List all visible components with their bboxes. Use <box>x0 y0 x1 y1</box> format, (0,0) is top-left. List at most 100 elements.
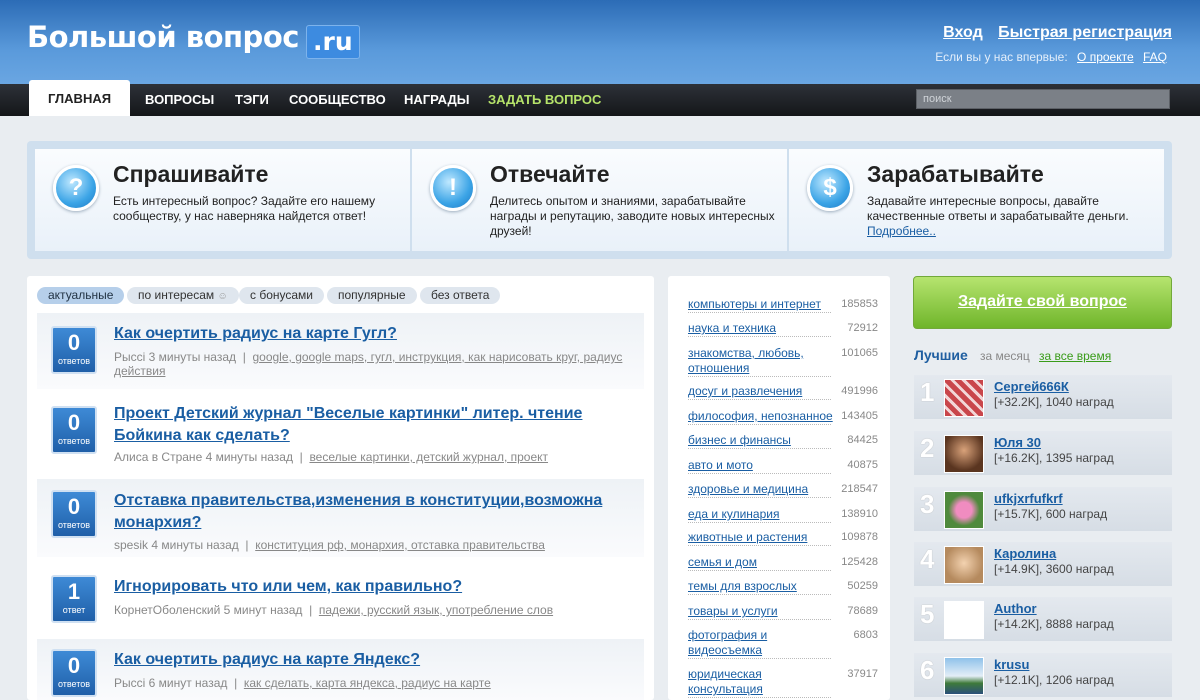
avatar[interactable] <box>944 379 984 417</box>
filter-popular[interactable]: популярные <box>327 287 417 304</box>
nav-awards[interactable]: НАГРАДЫ <box>404 84 470 116</box>
category-name[interactable]: юридическая консультация <box>688 667 838 697</box>
question-author[interactable]: Рыссi <box>114 350 145 364</box>
question-tags[interactable]: как сделать, карта яндекса, радиус на ка… <box>244 676 491 690</box>
category-name[interactable]: знакомства, любовь, отношения <box>688 346 838 376</box>
user-row: 3 ufkjxrfufkrf [+15.7K], 600 наград <box>914 487 1172 531</box>
category-count: 218547 <box>841 483 878 495</box>
category-name[interactable]: еда и кулинария <box>688 507 838 522</box>
avatar[interactable] <box>944 546 984 584</box>
category-name[interactable]: компьютеры и интернет <box>688 297 838 312</box>
promo-answer: ! Отвечайте Делитесь опытом и знаниями, … <box>412 149 787 251</box>
category-name[interactable]: философия, непознанное <box>688 409 838 424</box>
faq-link[interactable]: FAQ <box>1143 50 1167 64</box>
category-name[interactable]: бизнес и финансы <box>688 433 838 448</box>
filter-interests-label: по интересам <box>138 288 215 302</box>
logo-domain-badge[interactable]: .ru <box>306 25 360 59</box>
user-name[interactable]: Юля 30 <box>994 435 1041 450</box>
user-name[interactable]: Каролина <box>994 546 1056 561</box>
nav-community[interactable]: СООБЩЕСТВО <box>289 84 386 116</box>
user-rank: 1 <box>920 377 935 407</box>
category-name[interactable]: животные и растения <box>688 530 838 545</box>
answer-count-label: ответов <box>57 356 91 366</box>
category-name[interactable]: здоровье и медицина <box>688 482 838 497</box>
logo-text[interactable]: Большой вопрос <box>27 20 299 54</box>
category-name[interactable]: товары и услуги <box>688 604 838 619</box>
filter-actual[interactable]: актуальные <box>37 287 125 304</box>
question-row: 0 ответов Как очертить радиус на карте Ян… <box>37 639 644 700</box>
avatar[interactable] <box>944 601 984 639</box>
more-link[interactable]: Подробнее.. <box>867 224 936 238</box>
user-name[interactable]: Сергей666К <box>994 379 1069 394</box>
user-name[interactable]: ufkjxrfufkrf <box>994 491 1063 506</box>
avatar[interactable] <box>944 657 984 695</box>
category-name[interactable]: семья и дом <box>688 555 838 570</box>
avatar[interactable] <box>944 435 984 473</box>
question-title[interactable]: Игнорировать что или чем, как правильно? <box>114 576 639 598</box>
search-input[interactable]: поиск <box>916 89 1170 109</box>
category-name[interactable]: авто и мото <box>688 458 838 473</box>
question-meta: Алиса в Стране 4 минуты назад | веселые … <box>114 450 549 464</box>
avatar[interactable] <box>944 491 984 529</box>
answer-count: 1 <box>67 579 81 604</box>
filter-bonus[interactable]: с бонусами <box>239 287 324 304</box>
promo-ask: ? Спрашивайте Есть интересный вопрос? За… <box>35 149 410 251</box>
nav-home[interactable]: ГЛАВНАЯ <box>29 80 131 116</box>
question-author[interactable]: Алиса в Стране <box>114 450 202 464</box>
category-name[interactable]: фотография и видеосъемка <box>688 628 838 658</box>
promo-text: Делитесь опытом и знаниями, зарабатывайт… <box>490 194 775 238</box>
about-link[interactable]: О проекте <box>1077 50 1134 64</box>
answer-count-badge: 1 ответ <box>51 575 97 623</box>
category-count: 491996 <box>841 385 878 397</box>
question-row: 0 ответов Проект Детский журнал "Веселые … <box>37 397 644 475</box>
nav-questions[interactable]: ВОПРОСЫ <box>145 84 214 116</box>
question-title[interactable]: Проект Детский журнал "Веселые картинки"… <box>114 403 639 447</box>
question-tags[interactable]: конституция рф, монархия, отставка прави… <box>255 538 545 552</box>
question-author[interactable]: Рыссi <box>114 676 145 690</box>
answer-count: 0 <box>67 330 81 355</box>
user-stats: [+12.1K], 1206 наград <box>994 673 1114 687</box>
category-divider <box>688 448 831 449</box>
category-count: 101065 <box>841 347 878 359</box>
user-name[interactable]: krusu <box>994 657 1029 672</box>
category-name[interactable]: досуг и развлечения <box>688 384 838 399</box>
question-author[interactable]: spesik <box>114 538 148 552</box>
question-title[interactable]: Как очертить радиус на карте Яндекс? <box>114 649 639 671</box>
category-divider <box>688 594 831 595</box>
best-alltime-tab[interactable]: за все время <box>1039 349 1111 363</box>
nav-ask-question[interactable]: ЗАДАТЬ ВОПРОС <box>488 84 601 116</box>
categories-panel: компьютеры и интернет 185853 наука и техн… <box>668 276 890 700</box>
answer-count-badge: 0 ответов <box>51 649 97 697</box>
question-time: 6 минут назад <box>148 676 228 690</box>
user-row: 2 Юля 30 [+16.2K], 1395 наград <box>914 431 1172 475</box>
category-divider <box>688 473 831 474</box>
answer-count-label: ответов <box>57 520 91 530</box>
category-count: 84425 <box>847 434 878 446</box>
answer-count-label: ответ <box>62 605 86 615</box>
user-row: 6 krusu [+12.1K], 1206 наград <box>914 653 1172 697</box>
category-divider <box>688 424 831 425</box>
user-stats: [+14.2K], 8888 наград <box>994 617 1114 631</box>
best-month-tab[interactable]: за месяц <box>980 349 1030 363</box>
category-name[interactable]: темы для взрослых <box>688 579 838 594</box>
filter-interests[interactable]: по интересам ☺ <box>127 287 239 304</box>
user-name[interactable]: Author <box>994 601 1037 616</box>
question-row: 0 ответов Как очертить радиус на карте Гу… <box>37 313 644 389</box>
register-link[interactable]: Быстрая регистрация <box>998 24 1172 41</box>
question-meta: spesik 4 минуты назад | конституция рф, … <box>114 538 545 552</box>
question-tags[interactable]: падежи, русский язык, употребление слов <box>319 603 553 617</box>
promo-text: Есть интересный вопрос? Задайте его наше… <box>113 194 376 223</box>
filter-unanswered[interactable]: без ответа <box>420 287 501 304</box>
category-name[interactable]: наука и техника <box>688 321 838 336</box>
question-title[interactable]: Как очертить радиус на карте Гугл? <box>114 323 639 345</box>
promo-title: Спрашивайте <box>113 161 269 187</box>
promo-text-body: Задавайте интересные вопросы, давайте ка… <box>867 194 1129 223</box>
question-tags[interactable]: веселые картинки, детский журнал, проект <box>309 450 548 464</box>
category-divider <box>688 545 831 546</box>
login-link[interactable]: Вход <box>943 24 983 41</box>
question-author[interactable]: КорнетОболенский <box>114 603 220 617</box>
nav-tags[interactable]: ТЭГИ <box>235 84 269 116</box>
ask-question-button[interactable]: Задайте свой вопрос <box>913 276 1172 329</box>
question-title[interactable]: Отставка правительства,изменения в конст… <box>114 490 639 534</box>
dollar-icon: $ <box>807 165 853 211</box>
